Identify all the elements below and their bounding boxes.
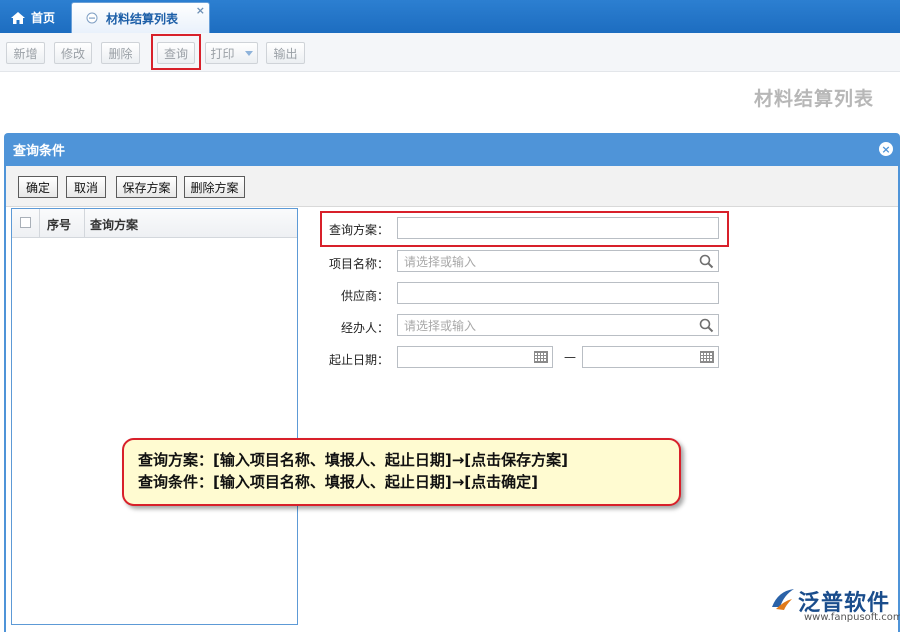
add-button[interactable]: 新增 bbox=[6, 42, 45, 64]
delete-scheme-button[interactable]: 删除方案 bbox=[184, 176, 245, 198]
scheme-list-header: 序号 查询方案 bbox=[12, 209, 297, 238]
date-separator: — bbox=[564, 350, 576, 364]
close-icon[interactable]: × bbox=[196, 4, 205, 17]
select-all-checkbox[interactable] bbox=[20, 217, 31, 228]
main-toolbar: 新增 修改 删除 查询 打印 输出 bbox=[0, 33, 900, 72]
handler-input[interactable]: 请选择或输入 bbox=[397, 314, 719, 336]
query-dialog: 查询条件 × 确定 取消 保存方案 删除方案 序号 查询方案 查询方案： 项目名… bbox=[4, 133, 900, 632]
column-header-scheme[interactable]: 查询方案 bbox=[90, 216, 138, 233]
project-label: 项目名称： bbox=[328, 257, 389, 271]
handler-label: 经办人： bbox=[340, 321, 389, 335]
delete-button[interactable]: 删除 bbox=[101, 42, 140, 64]
tab-home[interactable]: 首页 bbox=[3, 2, 69, 33]
date-from-input[interactable] bbox=[397, 346, 553, 368]
supplier-label: 供应商： bbox=[340, 289, 389, 303]
dialog-toolbar: 确定 取消 保存方案 删除方案 bbox=[6, 166, 898, 207]
logo-icon bbox=[772, 589, 794, 610]
column-divider bbox=[39, 209, 40, 237]
date-label: 起止日期： bbox=[328, 353, 389, 367]
dialog-header: 查询条件 × bbox=[4, 133, 900, 166]
edit-button[interactable]: 修改 bbox=[54, 42, 92, 64]
handler-placeholder: 请选择或输入 bbox=[404, 318, 477, 333]
export-button[interactable]: 输出 bbox=[266, 42, 305, 64]
scheme-field-highlight bbox=[320, 211, 729, 247]
confirm-button[interactable]: 确定 bbox=[18, 176, 58, 198]
dialog-title: 查询条件 bbox=[13, 144, 66, 159]
brand-logo: 泛普软件 www.fanpusoft.com bbox=[770, 585, 900, 631]
callout-line-1: 查询方案：[输入项目名称、填报人、起止日期]→[点击保存方案] bbox=[138, 451, 568, 469]
column-header-no[interactable]: 序号 bbox=[47, 216, 71, 233]
logo-url: www.fanpusoft.com bbox=[804, 612, 900, 623]
project-placeholder: 请选择或输入 bbox=[404, 254, 477, 269]
dropdown-arrow-icon bbox=[244, 50, 253, 56]
calendar-icon[interactable] bbox=[700, 351, 714, 366]
dialog-close-icon[interactable]: × bbox=[879, 142, 893, 156]
print-label: 打印 bbox=[210, 46, 235, 61]
scheme-list: 序号 查询方案 bbox=[11, 208, 298, 625]
calendar-icon[interactable] bbox=[534, 351, 548, 366]
tab-material-settlement[interactable]: 材料结算列表 × bbox=[71, 2, 210, 33]
save-scheme-button[interactable]: 保存方案 bbox=[116, 176, 177, 198]
cancel-button[interactable]: 取消 bbox=[66, 176, 106, 198]
home-icon bbox=[11, 11, 25, 24]
tab-bar: 首页 材料结算列表 × bbox=[0, 0, 900, 33]
callout-line-2: 查询条件：[输入项目名称、填报人、起止日期]→[点击确定] bbox=[138, 473, 538, 491]
date-to-input[interactable] bbox=[582, 346, 719, 368]
tab-home-label: 首页 bbox=[31, 11, 56, 25]
search-icon[interactable] bbox=[699, 318, 714, 336]
tab-active-label: 材料结算列表 bbox=[106, 11, 179, 26]
column-divider bbox=[84, 209, 85, 237]
instruction-callout: 查询方案：[输入项目名称、填报人、起止日期]→[点击保存方案] 查询条件：[输入… bbox=[122, 438, 681, 506]
print-button[interactable]: 打印 bbox=[205, 42, 258, 64]
supplier-input[interactable] bbox=[397, 282, 719, 304]
tab-page-icon bbox=[86, 12, 98, 24]
page-title: 材料结算列表 bbox=[753, 88, 874, 110]
query-button-highlight bbox=[151, 34, 201, 70]
search-icon[interactable] bbox=[699, 254, 714, 272]
project-input[interactable]: 请选择或输入 bbox=[397, 250, 719, 272]
